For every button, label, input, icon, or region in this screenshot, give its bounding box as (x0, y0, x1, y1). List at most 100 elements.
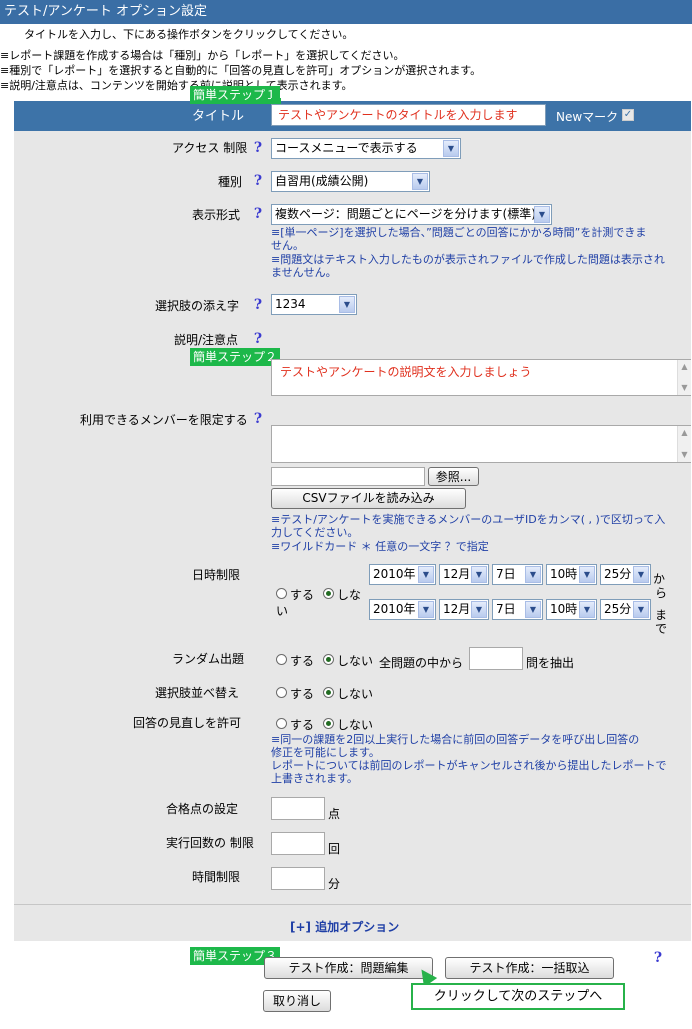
review-radio-on-label: する (290, 718, 315, 732)
members-note-1a: ≡テスト/アンケートを実施できるメンバーのユーザIDをカンマ( , )で区切って… (271, 513, 666, 526)
chevron-down-icon: ▼ (412, 173, 428, 190)
from-year-select[interactable]: 2010年 ▼ (369, 564, 436, 585)
attempts-label: 実行回数の 制限 (166, 836, 254, 850)
display-note-1a: ≡[単一ページ]を選択した場合、”問題ごとの回答にかかる時間”を計測できま (271, 226, 647, 239)
from-suffix-2: ら (655, 586, 668, 600)
new-mark-checkbox[interactable]: ✓ (622, 109, 634, 121)
members-help-icon[interactable]: ? (251, 411, 265, 427)
create-edit-button[interactable]: テスト作成：問題編集 (264, 957, 433, 979)
divider (14, 904, 691, 905)
type-select[interactable]: 自習用(成績公開) ▼ (271, 171, 430, 192)
members-scrollbar[interactable]: ▲ ▼ (677, 426, 691, 462)
from-hour-value: 10時 (550, 567, 578, 581)
callout: クリックして次のステップへ (411, 983, 625, 1010)
members-file-input[interactable] (271, 467, 425, 486)
intro-note-description: ≡説明/注意点は、コンテンツを開始する前に説明として表示されます。 (0, 79, 353, 92)
date-limit-label: 日時制限 (192, 568, 241, 582)
review-note-1a: ≡同一の課題を2回以上実行した場合に前回の回答データを呼び出し回答の (271, 733, 640, 746)
pass-score-input[interactable] (271, 797, 325, 820)
browse-button[interactable]: 参照... (428, 467, 479, 486)
to-hour-select[interactable]: 10時 ▼ (546, 599, 597, 620)
choice-suffix-value: 1234 (275, 297, 306, 311)
title-input[interactable]: テストやアンケートのタイトルを入力します (271, 104, 546, 126)
shuffle-radio-off[interactable] (323, 687, 334, 698)
description-textarea[interactable]: テストやアンケートの説明文を入力しましょう (271, 359, 691, 396)
shuffle-label: 選択肢並べ替え (155, 686, 240, 700)
members-label: 利用できるメンバーを限定する (80, 413, 248, 427)
display-label: 表示形式 (192, 208, 241, 222)
csv-import-button[interactable]: CSVファイルを読み込み (271, 488, 466, 509)
from-month-value: 12月 (443, 567, 471, 581)
from-day-select[interactable]: 7日 ▼ (492, 564, 543, 585)
to-minute-value: 25分 (604, 602, 632, 616)
shuffle-radio-off-label: しない (337, 687, 374, 701)
to-year-value: 2010年 (373, 602, 416, 616)
extra-options-link[interactable]: [+] 追加オプション (290, 918, 399, 935)
display-select[interactable]: 複数ページ：問題ごとにページを分けます(標準) ▼ (271, 204, 552, 225)
random-suffix: 問を抽出 (526, 656, 575, 670)
random-prefix: 全問題の中から (379, 656, 464, 670)
to-day-select[interactable]: 7日 ▼ (492, 599, 543, 620)
to-year-select[interactable]: 2010年 ▼ (369, 599, 436, 620)
pass-score-unit: 点 (328, 807, 341, 821)
review-radio-off-label: しない (337, 718, 374, 732)
cancel-button[interactable]: 取り消し (263, 990, 331, 1012)
random-label: ランダム出題 (172, 652, 245, 666)
to-month-select[interactable]: 12月 ▼ (439, 599, 489, 620)
title-label: タイトル (192, 109, 245, 124)
page-header: テスト/アンケート オプション設定 (0, 0, 692, 24)
create-import-button[interactable]: テスト作成：一括取込 (445, 957, 614, 979)
type-help-icon[interactable]: ? (251, 173, 265, 189)
description-scrollbar[interactable]: ▲ ▼ (677, 360, 691, 395)
date-limit-radio-off[interactable] (323, 588, 334, 599)
review-label: 回答の見直しを許可 (133, 716, 242, 730)
description-placeholder: テストやアンケートの説明文を入力しましょう (280, 365, 532, 379)
chevron-down-icon: ▼ (471, 601, 487, 618)
from-minute-select[interactable]: 25分 ▼ (600, 564, 651, 585)
intro-note-report: ≡レポート課題を作成する場合は「種別」から「レポート」を選択してください。 (0, 49, 405, 62)
chevron-down-icon: ▼ (633, 566, 649, 583)
time-limit-input[interactable] (271, 867, 325, 890)
display-note-1b: せん。 (271, 239, 304, 252)
from-day-value: 7日 (496, 567, 516, 581)
to-minute-select[interactable]: 25分 ▼ (600, 599, 651, 620)
shuffle-radio-on[interactable] (276, 687, 287, 698)
type-label: 種別 (218, 175, 243, 189)
random-count-input[interactable] (469, 647, 523, 670)
random-radio-off[interactable] (323, 654, 334, 665)
access-value: コースメニューで表示する (275, 141, 418, 155)
date-limit-radio-on[interactable] (276, 588, 287, 599)
from-hour-select[interactable]: 10時 ▼ (546, 564, 597, 585)
chevron-down-icon: ▼ (443, 140, 459, 157)
review-note-2a: レポートについては前回のレポートがキャンセルされ後から提出したレポートで (271, 759, 667, 772)
random-radio-off-label: しない (337, 654, 374, 668)
description-label: 説明/注意点 (174, 333, 239, 347)
pass-score-label: 合格点の設定 (166, 802, 239, 816)
choice-suffix-select[interactable]: 1234 ▼ (271, 294, 357, 315)
review-note-2b: 上書きされます。 (271, 772, 358, 785)
access-help-icon[interactable]: ? (251, 140, 265, 156)
choice-suffix-help-icon[interactable]: ? (251, 297, 265, 313)
new-mark-label: Newマーク (556, 110, 619, 124)
chevron-down-icon: ▼ (525, 566, 541, 583)
random-radio-on-label: する (290, 654, 315, 668)
review-radio-on[interactable] (276, 718, 287, 729)
from-minute-value: 25分 (604, 567, 632, 581)
access-select[interactable]: コースメニューで表示する ▼ (271, 138, 461, 159)
description-help-icon[interactable]: ? (251, 331, 265, 347)
from-month-select[interactable]: 12月 ▼ (439, 564, 489, 585)
intro-instruction: タイトルを入力し、下にある操作ボタンをクリックしてください。 (24, 28, 354, 41)
buttons-help-icon[interactable]: ? (651, 950, 665, 966)
review-radio-off[interactable] (323, 718, 334, 729)
chevron-down-icon: ▼ (339, 296, 355, 313)
chevron-down-icon: ▼ (579, 601, 595, 618)
display-help-icon[interactable]: ? (251, 206, 265, 222)
chevron-down-icon: ▼ (418, 601, 434, 618)
chevron-down-icon: ▼ (471, 566, 487, 583)
random-radio-on[interactable] (276, 654, 287, 665)
step2-badge: 簡単ステップ２ (190, 348, 281, 366)
choice-suffix-label: 選択肢の添え字 (155, 299, 240, 313)
members-textarea[interactable] (271, 425, 691, 463)
attempts-input[interactable] (271, 832, 325, 855)
access-label: アクセス 制限 (172, 141, 248, 155)
